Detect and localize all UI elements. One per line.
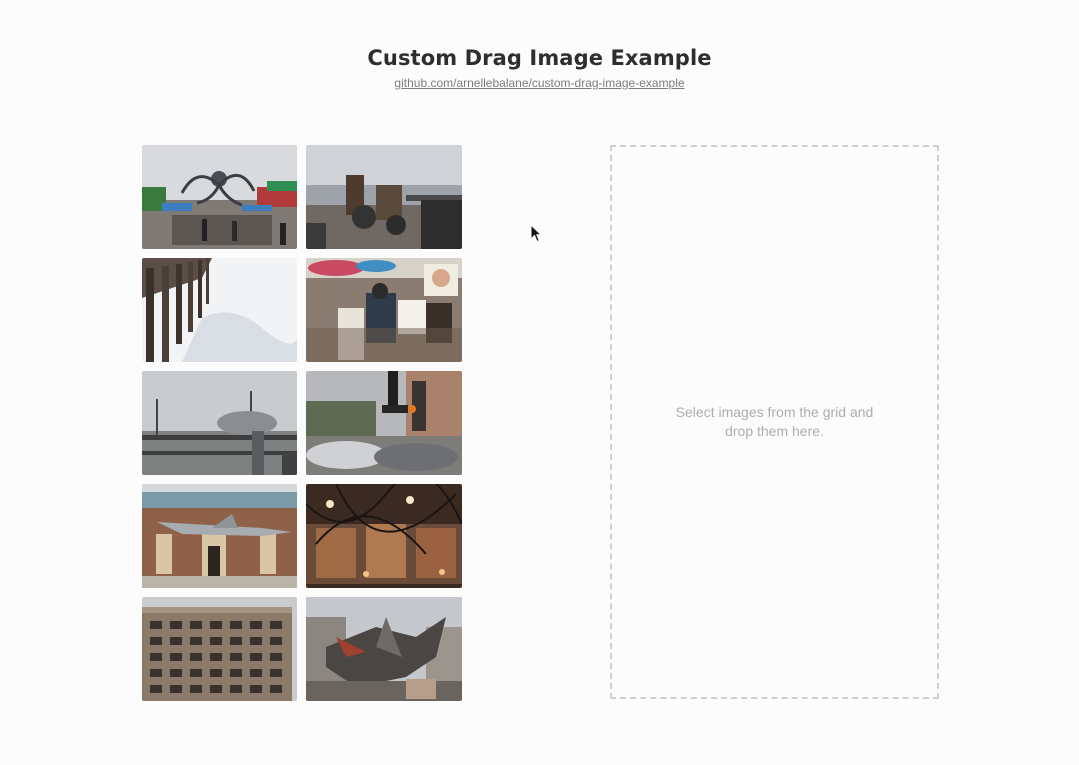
grid-image-office-building[interactable]: [142, 597, 297, 701]
repo-link[interactable]: github.com/arnellebalane/custom-drag-ima…: [394, 75, 684, 91]
drop-zone[interactable]: Select images from the grid and drop the…: [610, 145, 939, 699]
grid-image-bookstore-wire-sculpture[interactable]: [306, 484, 462, 588]
image-grid: [142, 145, 462, 701]
grid-image-pier-pilings-waves[interactable]: [142, 258, 297, 362]
grid-image-scrap-metal-sculpture[interactable]: [306, 597, 462, 701]
grid-image-pier-binocular-viewer[interactable]: [142, 371, 297, 475]
page-header: Custom Drag Image Example github.com/arn…: [0, 42, 1079, 92]
grid-image-pier-drummer-band[interactable]: [306, 145, 462, 249]
drop-zone-hint: Select images from the grid and drop the…: [675, 404, 874, 439]
grid-image-museum-jet-facade[interactable]: [142, 484, 297, 588]
mouse-pointer-icon: [530, 223, 543, 243]
page-title: Custom Drag Image Example: [367, 46, 712, 70]
grid-image-pier-octopus-ride[interactable]: [142, 145, 297, 249]
grid-image-street-traffic-light[interactable]: [306, 371, 462, 475]
grid-image-caricature-artist[interactable]: [306, 258, 462, 362]
